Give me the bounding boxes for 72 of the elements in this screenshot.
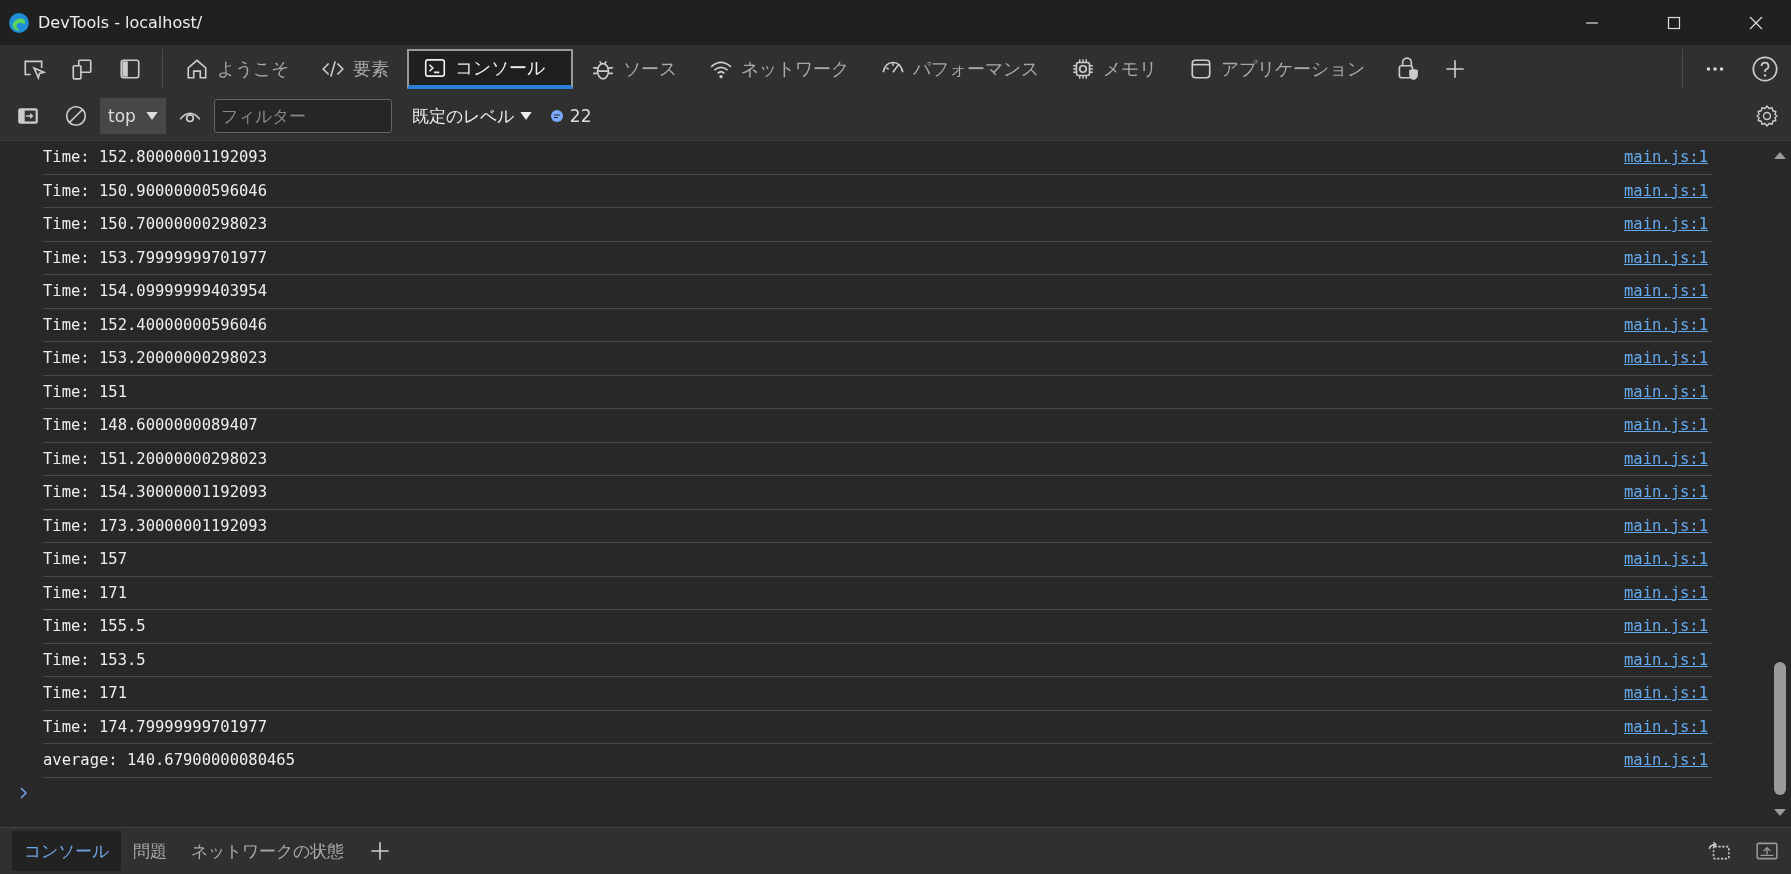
maximize-icon[interactable]	[1667, 15, 1681, 30]
drawer-tab[interactable]: コンソール	[12, 831, 121, 871]
add-tab-icon[interactable]	[368, 839, 392, 863]
log-message: Time: 151	[43, 382, 127, 401]
log-message: Time: 148.6000000089407	[43, 416, 258, 435]
log-message: Time: 171	[43, 583, 127, 602]
panel-tab[interactable]: 要素	[307, 48, 403, 89]
log-message: Time: 171	[43, 684, 127, 703]
log-message: Time: 155.5	[43, 617, 146, 636]
window-title: DevTools - localhost/	[38, 13, 203, 32]
panel-tab[interactable]: ソース	[577, 48, 691, 89]
source-link[interactable]: main.js:1	[1624, 684, 1708, 703]
log-message: average: 140.67900000080465	[43, 751, 295, 770]
source-link[interactable]: main.js:1	[1624, 148, 1708, 167]
source-link[interactable]: main.js:1	[1624, 516, 1708, 535]
caret-icon	[145, 111, 158, 121]
log-message: Time: 150.90000000596046	[43, 181, 267, 200]
device-icon[interactable]	[70, 56, 94, 81]
window-icon	[1189, 56, 1213, 81]
panel-tab[interactable]: アプリケーション	[1175, 48, 1379, 89]
message-count: 22	[569, 106, 592, 126]
scrollbar-thumb[interactable]	[1774, 662, 1786, 795]
clear-console-icon[interactable]	[64, 104, 88, 128]
log-message: Time: 153.79999999701977	[43, 248, 267, 267]
context-dropdown[interactable]: top	[100, 98, 166, 134]
source-link[interactable]: main.js:1	[1624, 583, 1708, 602]
source-link[interactable]: main.js:1	[1624, 382, 1708, 401]
source-link[interactable]: main.js:1	[1624, 550, 1708, 569]
log-message: Time: 150.70000000298023	[43, 215, 267, 234]
caret-icon	[519, 111, 532, 121]
log-message: Time: 174.79999999701977	[43, 717, 267, 736]
browser-logo-icon	[8, 11, 30, 34]
source-link[interactable]: main.js:1	[1624, 483, 1708, 502]
log-message: Time: 151.20000000298023	[43, 449, 267, 468]
source-link[interactable]: main.js:1	[1624, 617, 1708, 636]
close-icon[interactable]	[1749, 15, 1763, 30]
source-link[interactable]: main.js:1	[1624, 751, 1708, 770]
panel-tab[interactable]: パフォーマンス	[867, 48, 1053, 89]
source-link[interactable]: main.js:1	[1624, 717, 1708, 736]
source-link[interactable]: main.js:1	[1624, 315, 1708, 334]
source-link[interactable]: main.js:1	[1624, 282, 1708, 301]
log-message: Time: 173.30000001192093	[43, 516, 267, 535]
log-message: Time: 154.09999999403954	[43, 282, 267, 301]
filter-field[interactable]: フィルター	[213, 99, 392, 133]
panel-tab[interactable]: ようこそ	[171, 48, 303, 89]
dock-icon[interactable]	[118, 56, 142, 81]
drawer-tab[interactable]: ネットワークの状態	[179, 831, 356, 871]
panel-tab[interactable]: メモリ	[1057, 48, 1171, 89]
source-link[interactable]: main.js:1	[1624, 449, 1708, 468]
scroll-down-icon[interactable]	[1774, 809, 1786, 817]
message-icon	[549, 109, 564, 123]
log-message: Time: 152.40000000596046	[43, 315, 267, 334]
prompt-chevron-icon[interactable]	[19, 785, 29, 800]
log-message: Time: 153.20000000298023	[43, 349, 267, 368]
log-levels-dropdown[interactable]: 既定のレベル	[405, 103, 538, 129]
settings-icon[interactable]	[1755, 104, 1779, 128]
panel-tab[interactable]: ネットワーク	[695, 48, 863, 89]
help-icon[interactable]	[1751, 54, 1779, 83]
log-message: Time: 153.5	[43, 650, 146, 669]
source-link[interactable]: main.js:1	[1624, 215, 1708, 234]
panel-tab[interactable]: コンソール	[407, 48, 573, 89]
chip-icon	[1071, 56, 1095, 81]
drawer-tab[interactable]: 問題	[121, 831, 179, 871]
source-link[interactable]: main.js:1	[1624, 349, 1708, 368]
log-message: Time: 157	[43, 550, 127, 569]
source-link[interactable]: main.js:1	[1624, 416, 1708, 435]
scroll-up-icon[interactable]	[1774, 151, 1786, 159]
log-message: Time: 154.30000001192093	[43, 483, 267, 502]
source-link[interactable]: main.js:1	[1624, 650, 1708, 669]
source-link[interactable]: main.js:1	[1624, 181, 1708, 200]
log-message: Time: 152.80000001192093	[43, 148, 267, 167]
source-link[interactable]: main.js:1	[1624, 248, 1708, 267]
